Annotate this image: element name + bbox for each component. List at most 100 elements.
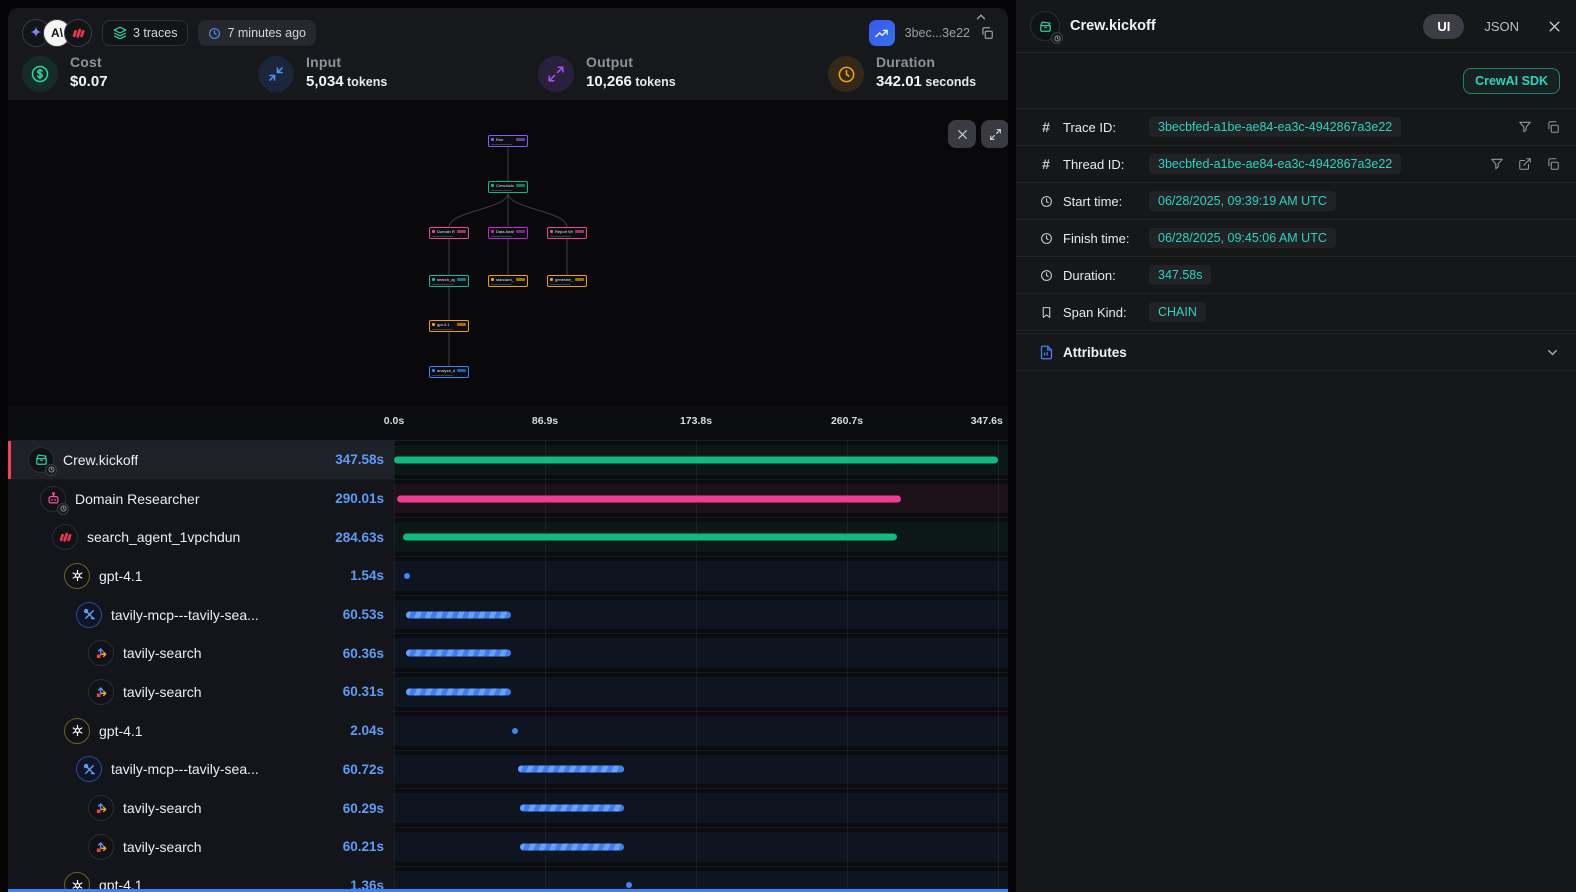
clock-badge-icon — [57, 503, 69, 515]
attributes-section-toggle[interactable]: Attributes — [1016, 333, 1576, 371]
copy-icon[interactable] — [1546, 120, 1560, 134]
chevron-up-icon — [974, 10, 988, 24]
field-label: Span Kind: — [1063, 305, 1149, 320]
graph-node-label: Crew.kickoff — [496, 183, 514, 188]
clock-icon — [208, 27, 221, 40]
field-span-kind-: Span Kind:CHAIN — [1016, 294, 1576, 331]
graph-node-5[interactable]: search_agen... — [429, 275, 469, 287]
span-duration: 1.54s — [350, 568, 384, 583]
graph-node-0[interactable]: Run — [488, 135, 528, 147]
hash-icon: # — [1038, 119, 1054, 135]
span-row-crew.kickoff[interactable]: Crew.kickoff347.58s — [8, 441, 1008, 480]
span-name: tavily-mcp---tavily-sea... — [111, 607, 259, 623]
node-badge — [575, 230, 584, 233]
trace-graph-canvas[interactable]: Run Crew.kickoff Domain Research... Data An… — [8, 100, 1008, 406]
graph-node-6[interactable]: standard_Processi... — [488, 275, 528, 287]
tab-json[interactable]: JSON — [1470, 14, 1533, 39]
clock-icon — [1038, 232, 1054, 245]
trace-summary-card: A\ 3 traces 7 minutes ago 3bec...3e22 — [8, 8, 1008, 100]
node-badge — [457, 278, 466, 281]
graph-node-label: Run — [496, 137, 514, 142]
graph-node-label: generate_&_prepa... — [555, 277, 573, 282]
span-row-gpt-4.1[interactable]: gpt-4.1 1.54s — [8, 557, 1008, 596]
span-bar — [520, 805, 625, 812]
tab-ui[interactable]: UI — [1423, 14, 1464, 39]
time-ago-badge: 7 minutes ago — [198, 20, 316, 46]
axis-tick: 86.9s — [532, 415, 558, 427]
span-row-tavily-search[interactable]: tavily-search60.21s — [8, 828, 1008, 867]
axis-tick: 260.7s — [831, 415, 863, 427]
graph-node-4[interactable]: Report Writer — [547, 227, 587, 239]
node-dot-icon — [491, 278, 494, 281]
copy-trace-id-button[interactable] — [980, 26, 994, 40]
field-duration-: Duration:347.58s — [1016, 257, 1576, 294]
sdk-row: CrewAI SDK — [1016, 53, 1576, 108]
crewai-icon — [52, 524, 78, 550]
crewai-avatar — [64, 19, 92, 47]
tools-icon — [76, 602, 102, 628]
traces-count-label: 3 traces — [133, 26, 177, 40]
document-icon — [1038, 345, 1054, 360]
field-value[interactable]: 3becbfed-a1be-ae84-ea3c-4942867a3e22 — [1149, 117, 1401, 137]
openai-icon — [64, 563, 90, 589]
copy-icon — [980, 26, 994, 40]
span-row-chart-cell — [394, 518, 1008, 556]
graph-node-2[interactable]: Domain Research... — [429, 227, 469, 239]
traces-count-badge[interactable]: 3 traces — [102, 20, 188, 46]
span-row-name-cell: tavily-search60.31s — [8, 673, 394, 711]
span-name: Crew.kickoff — [63, 452, 138, 468]
span-row-domain-researcher[interactable]: Domain Researcher290.01s — [8, 480, 1008, 519]
collapse-metrics-button[interactable] — [974, 10, 988, 24]
graph-node-7[interactable]: generate_&_prepa... — [547, 275, 587, 287]
span-row-tavily-search[interactable]: tavily-search60.29s — [8, 789, 1008, 828]
node-dot-icon — [550, 230, 553, 233]
trace-overview-panel: A\ 3 traces 7 minutes ago 3bec...3e22 — [8, 8, 1008, 892]
span-duration: 60.72s — [343, 762, 384, 777]
node-badge — [516, 184, 525, 187]
span-row-chart-cell — [394, 480, 1008, 518]
field-value[interactable]: CHAIN — [1149, 302, 1206, 322]
span-bar — [520, 843, 625, 850]
clock-badge-icon — [1051, 32, 1063, 44]
metric-label: Cost — [70, 54, 108, 70]
span-row-name-cell: gpt-4.1 1.54s — [8, 557, 394, 595]
span-row-tavily-mcp-tavily-sea...[interactable]: tavily-mcp---tavily-sea...60.53s — [8, 596, 1008, 635]
field-value[interactable]: 3becbfed-a1be-ae84-ea3c-4942867a3e22 — [1149, 154, 1401, 174]
sdk-badge[interactable]: CrewAI SDK — [1463, 68, 1560, 94]
graph-node-1[interactable]: Crew.kickoff — [488, 181, 528, 193]
span-row-gpt-4.1[interactable]: gpt-4.12.04s — [8, 712, 1008, 751]
graph-node-9[interactable]: analyze_data — [429, 366, 469, 378]
trace-chart-button[interactable] — [869, 20, 895, 46]
field-value[interactable]: 06/28/2025, 09:45:06 AM UTC — [1149, 228, 1336, 248]
span-row-chart-cell — [394, 828, 1008, 866]
span-row-search-agent-1vpchdun[interactable]: search_agent_1vpchdun284.63s — [8, 518, 1008, 557]
copy-icon[interactable] — [1546, 157, 1560, 171]
span-row-name-cell: search_agent_1vpchdun284.63s — [8, 518, 394, 556]
graph-node-3[interactable]: Data Analyst — [488, 227, 528, 239]
provider-avatars: A\ — [22, 19, 92, 47]
filter-icon[interactable] — [1518, 120, 1532, 134]
graph-node-label: Report Writer — [555, 229, 573, 234]
expand-graph-button[interactable] — [981, 120, 1008, 148]
close-details-button[interactable] — [1547, 19, 1562, 34]
bookmark-icon — [1038, 306, 1054, 319]
field-value[interactable]: 06/28/2025, 09:39:19 AM UTC — [1149, 191, 1336, 211]
span-duration: 60.36s — [343, 646, 384, 661]
node-dot-icon — [491, 184, 494, 187]
external-icon[interactable] — [1518, 157, 1532, 171]
close-icon — [1547, 19, 1562, 34]
span-name: gpt-4.1 — [99, 568, 143, 584]
close-graph-button[interactable] — [948, 120, 976, 148]
metric-value: $0.07 — [70, 73, 108, 90]
node-dot-icon — [491, 138, 494, 141]
field-trace-id-: #Trace ID:3becbfed-a1be-ae84-ea3c-494286… — [1016, 109, 1576, 146]
field-value[interactable]: 347.58s — [1149, 265, 1211, 285]
trace-viewer-app: A\ 3 traces 7 minutes ago 3bec...3e22 — [0, 0, 1576, 892]
span-row-tavily-search[interactable]: tavily-search60.31s — [8, 673, 1008, 712]
agent-icon — [40, 486, 66, 512]
filter-icon[interactable] — [1490, 157, 1504, 171]
span-row-tavily-search[interactable]: tavily-search60.36s — [8, 634, 1008, 673]
axis-tick: 173.8s — [680, 415, 712, 427]
graph-node-8[interactable]: gpt-4.1 — [429, 320, 469, 332]
span-row-tavily-mcp-tavily-sea...[interactable]: tavily-mcp---tavily-sea...60.72s — [8, 751, 1008, 790]
